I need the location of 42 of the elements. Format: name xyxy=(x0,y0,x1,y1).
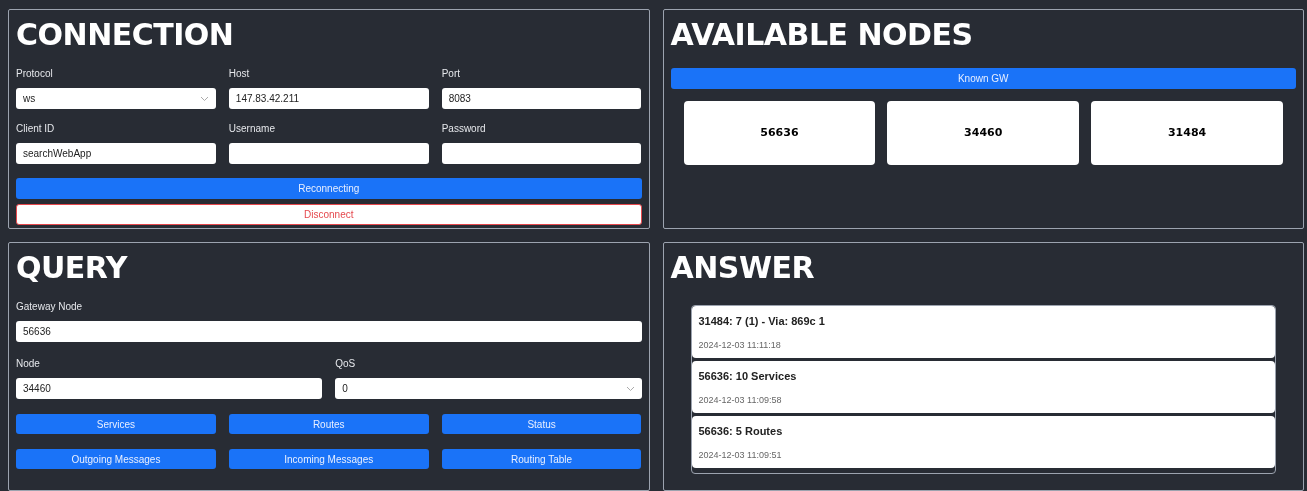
field-label: Node xyxy=(16,357,41,371)
field-label: Host xyxy=(228,67,251,81)
panel-title: AVAILABLE NODES xyxy=(670,20,974,50)
query-button[interactable]: Incoming Messages xyxy=(228,449,429,469)
answer-time: 2024-12-03 11:11:18 xyxy=(698,338,782,352)
chevron-down-icon xyxy=(199,95,209,102)
known-gateway-button[interactable]: Known GW xyxy=(670,68,1296,89)
input-field[interactable]: 8083 xyxy=(441,88,642,109)
field-label: Password xyxy=(441,122,487,136)
input-field[interactable] xyxy=(441,143,642,164)
query-button[interactable]: Outgoing Messages xyxy=(16,449,216,469)
select-field[interactable]: ws xyxy=(16,88,216,109)
node-card[interactable]: 34460 xyxy=(887,101,1080,165)
chevron-down-icon xyxy=(625,385,635,392)
field-label: QoS xyxy=(335,357,357,371)
answer-title: 56636: 5 Routes xyxy=(698,424,784,439)
input-field[interactable]: 56636 xyxy=(16,321,642,342)
input-field[interactable]: searchWebApp xyxy=(16,143,216,164)
answer-title: 31484: 7 (1) - Via: 869c 1 xyxy=(698,314,826,329)
answer-time: 2024-12-03 11:09:51 xyxy=(698,448,783,462)
panel-title: QUERY xyxy=(16,253,129,283)
query-button[interactable]: Services xyxy=(16,414,216,434)
field-label: Port xyxy=(441,67,461,81)
answer-title: 56636: 10 Services xyxy=(698,369,798,384)
query-button[interactable]: Status xyxy=(441,414,642,434)
connection-button[interactable]: Disconnect xyxy=(16,204,642,225)
query-button[interactable]: Routing Table xyxy=(441,449,642,469)
field-label: Username xyxy=(228,122,276,136)
panel-title: CONNECTION xyxy=(16,20,235,50)
field-label: Protocol xyxy=(16,67,54,81)
node-card[interactable]: 31484 xyxy=(1091,101,1283,165)
select-field[interactable]: 0 xyxy=(335,378,642,399)
field-label: Client ID xyxy=(16,122,56,136)
field-label: Gateway Node xyxy=(16,300,84,314)
input-field[interactable]: 34460 xyxy=(16,378,323,399)
query-button[interactable]: Routes xyxy=(228,414,429,434)
input-field[interactable] xyxy=(228,143,429,164)
panel-title: ANSWER xyxy=(670,253,816,283)
answer-time: 2024-12-03 11:09:58 xyxy=(698,393,783,407)
node-card[interactable]: 56636 xyxy=(683,101,876,165)
connection-button[interactable]: Reconnecting xyxy=(16,178,642,199)
input-field[interactable]: 147.83.42.211 xyxy=(228,88,429,109)
